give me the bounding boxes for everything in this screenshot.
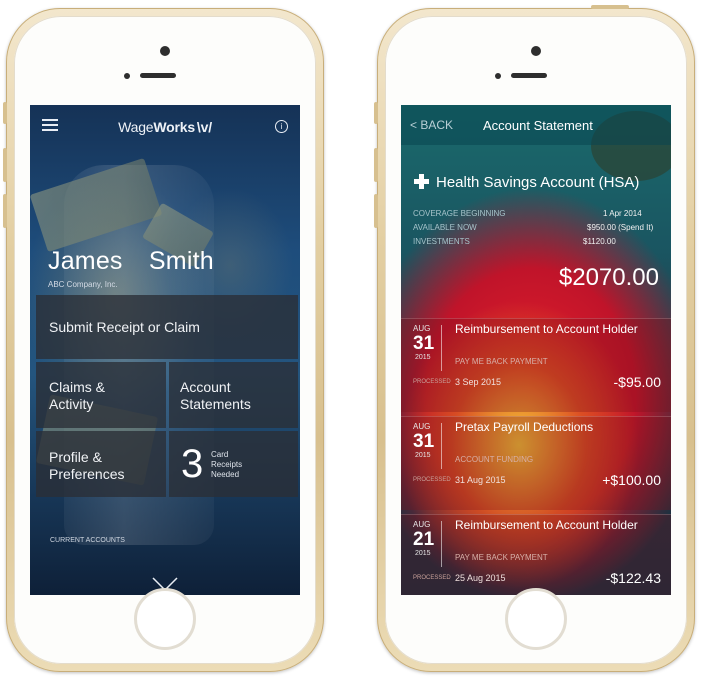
transaction-amount: +$100.00	[602, 472, 661, 488]
user-company: ABC Company, Inc.	[48, 280, 118, 289]
date-divider	[441, 521, 442, 567]
investments-value: $1120.00	[583, 237, 616, 246]
date-divider	[441, 325, 442, 371]
transaction-description: Reimbursement to Account Holder	[455, 518, 638, 532]
earpiece-speaker	[140, 73, 176, 78]
transaction-type: ACCOUNT FUNDING	[455, 455, 534, 464]
camera-icon	[531, 46, 541, 56]
volume-down-button	[374, 194, 378, 228]
card-receipts-count: 3	[181, 442, 204, 486]
mute-switch	[3, 102, 7, 124]
home-button[interactable]	[134, 588, 196, 650]
account-statements-label: Account Statements	[180, 379, 251, 412]
user-name: James Smith	[48, 247, 214, 275]
logo-text: Wage	[118, 119, 154, 135]
card-receipts-button[interactable]: 3 Card Receipts Needed	[169, 431, 298, 497]
investments-row: INVESTMENTS $1120.00	[413, 237, 671, 246]
page-title: Account Statement	[483, 118, 593, 133]
transaction-amount: -$122.43	[605, 570, 661, 586]
available-label: AVAILABLE NOW	[413, 223, 477, 232]
back-button[interactable]: < BACK	[410, 118, 453, 132]
claims-activity-button[interactable]: Claims & Activity	[36, 362, 166, 428]
sensor-dot	[124, 73, 130, 79]
submit-receipt-button[interactable]: Submit Receipt or Claim	[36, 295, 298, 359]
date-divider	[441, 423, 442, 469]
available-row: AVAILABLE NOW $950.00 (Spend It)	[413, 223, 671, 232]
transaction-amount: -$95.00	[613, 374, 661, 390]
submit-receipt-label: Submit Receipt or Claim	[49, 319, 200, 335]
coverage-value: 1 Apr 2014	[603, 209, 642, 218]
transaction-type: PAY ME BACK PAYMENT	[455, 553, 548, 562]
account-statements-button[interactable]: Account Statements	[169, 362, 298, 428]
processed-label: PROCESSED	[413, 575, 451, 581]
current-accounts-label: CURRENT ACCOUNTS	[50, 537, 125, 544]
investments-label: INVESTMENTS	[413, 237, 470, 246]
transaction-month: AUG	[413, 324, 431, 333]
transaction-description: Reimbursement to Account Holder	[455, 322, 638, 336]
logo-text-bold: Works	[153, 119, 195, 135]
logo-mark-icon: \v/	[196, 119, 212, 135]
transaction-month: AUG	[413, 422, 431, 431]
wageworks-logo: WageWorks \v/	[30, 119, 300, 135]
health-cross-icon	[414, 174, 429, 189]
transaction-row[interactable]: AUG 31 2015 Reimbursement to Account Hol…	[401, 318, 671, 412]
camera-icon	[160, 46, 170, 56]
info-icon[interactable]: i	[275, 120, 288, 133]
volume-up-button	[3, 148, 7, 182]
coverage-label: COVERAGE BEGINNING	[413, 209, 506, 218]
transaction-type: PAY ME BACK PAYMENT	[455, 357, 548, 366]
transaction-day: 31	[413, 333, 435, 354]
left-phone: WageWorks \v/ i James Smith ABC Company, …	[3, 8, 324, 672]
volume-down-button	[3, 194, 7, 228]
transaction-row[interactable]: AUG 31 2015 Pretax Payroll Deductions AC…	[401, 416, 671, 510]
power-button	[591, 5, 629, 9]
transaction-description: Pretax Payroll Deductions	[455, 420, 594, 434]
processed-date: 25 Aug 2015	[455, 573, 506, 583]
right-phone: < BACK Account Statement Health Savings …	[374, 5, 695, 672]
processed-label: PROCESSED	[413, 477, 451, 483]
claims-activity-label: Claims & Activity	[49, 379, 106, 412]
volume-up-button	[374, 148, 378, 182]
profile-preferences-label: Profile & Preferences	[49, 449, 125, 482]
right-screen: < BACK Account Statement Health Savings …	[401, 105, 671, 595]
transaction-day: 21	[413, 529, 435, 550]
transaction-day: 31	[413, 431, 435, 452]
transaction-year: 2015	[415, 550, 431, 557]
processed-date: 31 Aug 2015	[455, 475, 506, 485]
left-screen: WageWorks \v/ i James Smith ABC Company, …	[30, 105, 300, 595]
transaction-year: 2015	[415, 452, 431, 459]
coverage-row: COVERAGE BEGINNING 1 Apr 2014	[413, 209, 671, 218]
mute-switch	[374, 102, 378, 124]
home-button[interactable]	[505, 588, 567, 650]
profile-preferences-button[interactable]: Profile & Preferences	[36, 431, 166, 497]
processed-label: PROCESSED	[413, 379, 451, 385]
transaction-month: AUG	[413, 520, 431, 529]
sensor-dot	[495, 73, 501, 79]
account-balance: $2070.00	[558, 264, 659, 291]
nav-bar: < BACK Account Statement	[401, 105, 671, 145]
transaction-year: 2015	[415, 354, 431, 361]
top-bar: WageWorks \v/ i	[30, 105, 300, 149]
account-name: Health Savings Account (HSA)	[436, 174, 640, 191]
available-value: $950.00 (Spend It)	[587, 223, 654, 232]
processed-date: 3 Sep 2015	[455, 377, 502, 387]
transaction-row[interactable]: AUG 21 2015 Reimbursement to Account Hol…	[401, 514, 671, 595]
card-receipts-label: Card Receipts Needed	[211, 450, 243, 479]
earpiece-speaker	[511, 73, 547, 78]
